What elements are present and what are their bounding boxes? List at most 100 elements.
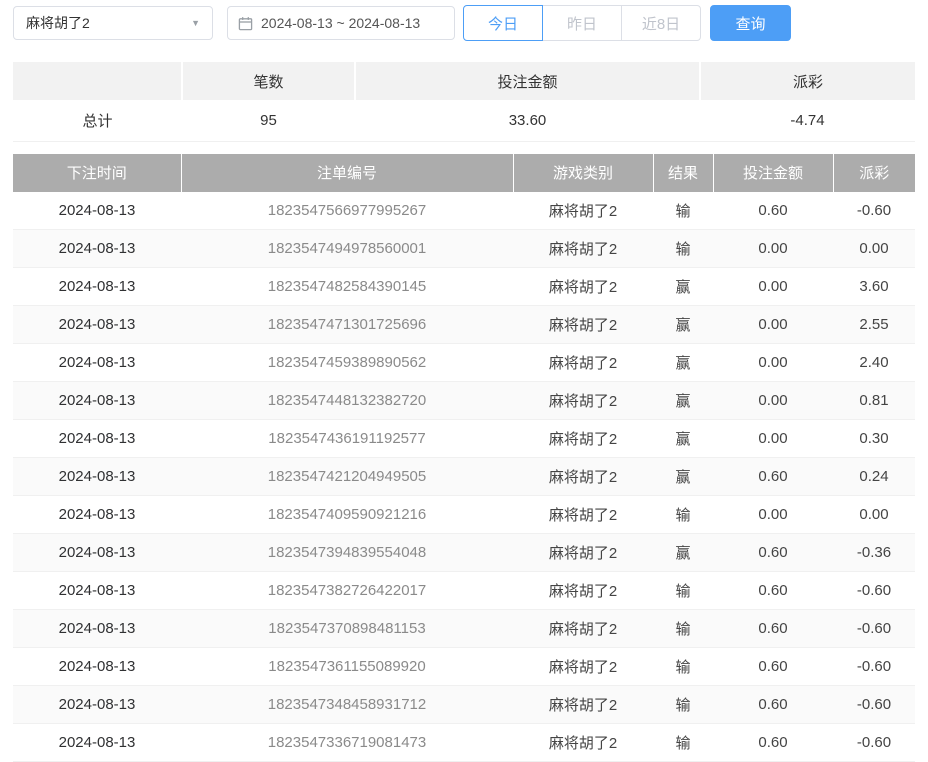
cell-bet-id: 1823547436191192577 [181, 420, 513, 458]
cell-bet-id: 1823547459389890562 [181, 344, 513, 382]
cell-bet-time: 2024-08-13 [13, 192, 181, 230]
cell-bet-id: 1823547494978560001 [181, 230, 513, 268]
cell-result: 赢 [653, 382, 713, 420]
table-row: 2024-08-13 1823547336719081473 麻将胡了2 输 0… [13, 724, 915, 762]
table-row: 2024-08-13 1823547348458931712 麻将胡了2 输 0… [13, 686, 915, 724]
date-range-value: 2024-08-13 ~ 2024-08-13 [261, 15, 420, 31]
table-row: 2024-08-13 1823547394839554048 麻将胡了2 赢 0… [13, 534, 915, 572]
cell-bet-time: 2024-08-13 [13, 572, 181, 610]
cell-bet-amount: 0.00 [713, 268, 833, 306]
cell-game-type: 麻将胡了2 [513, 458, 653, 496]
toolbar: 麻将胡了2 ▼ 2024-08-13 ~ 2024-08-13 今日 昨日 近8… [13, 5, 915, 41]
table-row: 2024-08-13 1823547370898481153 麻将胡了2 输 0… [13, 610, 915, 648]
cell-payout: -0.60 [833, 648, 915, 686]
last8days-button[interactable]: 近8日 [621, 5, 701, 41]
header-bet-time: 下注时间 [13, 154, 181, 192]
cell-result: 赢 [653, 344, 713, 382]
cell-result: 输 [653, 496, 713, 534]
header-result: 结果 [653, 154, 713, 192]
cell-result: 输 [653, 192, 713, 230]
summary-count-value: 95 [182, 100, 355, 141]
cell-bet-amount: 0.60 [713, 648, 833, 686]
header-payout: 派彩 [833, 154, 915, 192]
cell-game-type: 麻将胡了2 [513, 572, 653, 610]
summary-header-count: 笔数 [182, 62, 355, 100]
yesterday-button[interactable]: 昨日 [542, 5, 622, 41]
cell-bet-id: 1823547361155089920 [181, 648, 513, 686]
cell-payout: 0.24 [833, 458, 915, 496]
cell-payout: -0.60 [833, 572, 915, 610]
cell-game-type: 麻将胡了2 [513, 306, 653, 344]
cell-payout: 2.40 [833, 344, 915, 382]
cell-bet-amount: 0.60 [713, 572, 833, 610]
cell-game-type: 麻将胡了2 [513, 192, 653, 230]
table-row: 2024-08-13 1823547448132382720 麻将胡了2 赢 0… [13, 382, 915, 420]
table-row: 2024-08-13 1823547566977995267 麻将胡了2 输 0… [13, 192, 915, 230]
cell-bet-id: 1823547421204949505 [181, 458, 513, 496]
game-select[interactable]: 麻将胡了2 ▼ [13, 6, 213, 40]
cell-bet-amount: 0.00 [713, 230, 833, 268]
cell-bet-time: 2024-08-13 [13, 420, 181, 458]
game-select-value: 麻将胡了2 [26, 13, 90, 33]
cell-bet-id: 1823547409590921216 [181, 496, 513, 534]
cell-bet-time: 2024-08-13 [13, 610, 181, 648]
cell-bet-time: 2024-08-13 [13, 268, 181, 306]
cell-bet-id: 1823547382726422017 [181, 572, 513, 610]
cell-bet-amount: 0.00 [713, 420, 833, 458]
cell-game-type: 麻将胡了2 [513, 268, 653, 306]
cell-result: 赢 [653, 268, 713, 306]
cell-payout: 3.60 [833, 268, 915, 306]
cell-bet-amount: 0.00 [713, 496, 833, 534]
cell-bet-time: 2024-08-13 [13, 534, 181, 572]
cell-result: 输 [653, 648, 713, 686]
cell-game-type: 麻将胡了2 [513, 686, 653, 724]
cell-bet-amount: 0.60 [713, 192, 833, 230]
summary-header-row: 笔数 投注金额 派彩 [13, 62, 915, 100]
cell-bet-time: 2024-08-13 [13, 344, 181, 382]
query-button[interactable]: 查询 [710, 5, 791, 41]
cell-bet-amount: 0.60 [713, 534, 833, 572]
cell-bet-time: 2024-08-13 [13, 686, 181, 724]
table-row: 2024-08-13 1823547382726422017 麻将胡了2 输 0… [13, 572, 915, 610]
cell-game-type: 麻将胡了2 [513, 344, 653, 382]
table-row: 2024-08-13 1823547361155089920 麻将胡了2 输 0… [13, 648, 915, 686]
chevron-down-icon: ▼ [191, 19, 200, 28]
date-range-picker[interactable]: 2024-08-13 ~ 2024-08-13 [227, 6, 455, 40]
cell-result: 输 [653, 572, 713, 610]
header-game-type: 游戏类别 [513, 154, 653, 192]
summary-bet-amount-value: 33.60 [355, 100, 700, 141]
cell-game-type: 麻将胡了2 [513, 724, 653, 762]
cell-bet-time: 2024-08-13 [13, 496, 181, 534]
summary-header-bet-amount: 投注金额 [355, 62, 700, 100]
cell-payout: 0.00 [833, 230, 915, 268]
cell-bet-id: 1823547370898481153 [181, 610, 513, 648]
calendar-icon [238, 16, 253, 31]
cell-result: 赢 [653, 420, 713, 458]
header-bet-id: 注单编号 [181, 154, 513, 192]
bet-table-header-row: 下注时间 注单编号 游戏类别 结果 投注金额 派彩 [13, 154, 915, 192]
cell-payout: -0.60 [833, 192, 915, 230]
cell-bet-id: 1823547482584390145 [181, 268, 513, 306]
table-row: 2024-08-13 1823547459389890562 麻将胡了2 赢 0… [13, 344, 915, 382]
today-button[interactable]: 今日 [463, 5, 543, 41]
cell-bet-time: 2024-08-13 [13, 230, 181, 268]
cell-payout: -0.60 [833, 610, 915, 648]
cell-bet-id: 1823547471301725696 [181, 306, 513, 344]
cell-bet-time: 2024-08-13 [13, 458, 181, 496]
cell-bet-amount: 0.60 [713, 686, 833, 724]
cell-payout: 0.00 [833, 496, 915, 534]
header-bet-amount: 投注金额 [713, 154, 833, 192]
cell-bet-time: 2024-08-13 [13, 382, 181, 420]
summary-header-empty [13, 62, 182, 100]
page: 麻将胡了2 ▼ 2024-08-13 ~ 2024-08-13 今日 昨日 近8… [0, 0, 928, 762]
cell-game-type: 麻将胡了2 [513, 420, 653, 458]
cell-game-type: 麻将胡了2 [513, 230, 653, 268]
table-row: 2024-08-13 1823547471301725696 麻将胡了2 赢 0… [13, 306, 915, 344]
cell-bet-amount: 0.00 [713, 306, 833, 344]
bet-table: 下注时间 注单编号 游戏类别 结果 投注金额 派彩 2024-08-13 182… [13, 154, 915, 762]
summary-payout-value: -4.74 [700, 100, 915, 141]
summary-table: 笔数 投注金额 派彩 总计 95 33.60 -4.74 [13, 62, 915, 142]
cell-bet-amount: 0.00 [713, 382, 833, 420]
cell-payout: 0.30 [833, 420, 915, 458]
table-row: 2024-08-13 1823547409590921216 麻将胡了2 输 0… [13, 496, 915, 534]
